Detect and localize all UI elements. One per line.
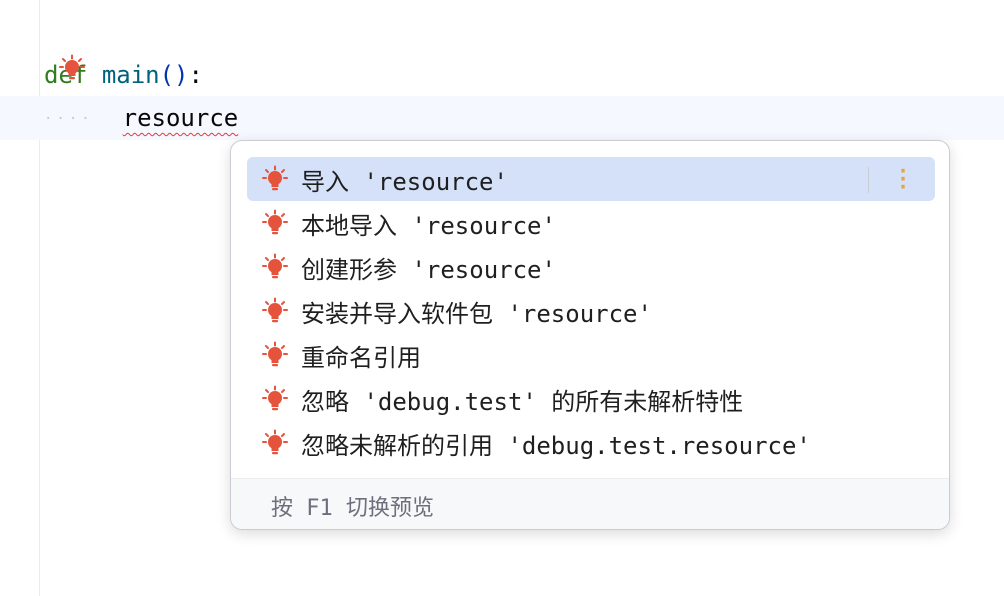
quick-fix-label: 安装并导入软件包 'resource' [301,299,652,328]
function-parens: () [159,61,189,89]
quick-fix-label: 创建形参 'resource' [301,255,556,284]
lightbulb-error-icon [261,209,289,237]
current-line-highlight: ···· resource [0,96,1004,140]
quick-fix-label: 导入 'resource' [301,167,508,196]
lightbulb-error-icon [261,165,289,193]
popup-footer: 按 F1 切换预览 [231,478,949,529]
colon: : [188,61,203,89]
quick-fix-label: 忽略 'debug.test' 的所有未解析特性 [301,387,744,416]
item-separator [868,167,869,193]
footer-hint: 按 F1 切换预览 [271,496,434,521]
quick-fix-label: 本地导入 'resource' [301,211,556,240]
lightbulb-error-icon [261,253,289,281]
quick-fix-item-create-parameter[interactable]: 创建形参 'resource' [247,245,935,289]
code-line-2[interactable]: ···· resource [44,96,238,141]
quick-fix-popup: 导入 'resource' · · · 本地导入 'resource' 创建形参 '… [230,140,950,530]
quick-fix-item-ignore-reference[interactable]: 忽略未解析的引用 'debug.test.resource' [247,421,935,465]
more-vertical-icon[interactable]: · · · [895,161,911,197]
quick-fix-item-rename-reference[interactable]: 重命名引用 [247,333,935,377]
quick-fix-list: 导入 'resource' · · · 本地导入 'resource' 创建形参 '… [247,157,935,465]
quick-fix-item-ignore-attributes[interactable]: 忽略 'debug.test' 的所有未解析特性 [247,377,935,421]
lightbulb-error-icon[interactable] [58,54,86,82]
lightbulb-error-icon [261,297,289,325]
quick-fix-label: 重命名引用 [301,343,421,372]
indent-guide: ···· [44,111,94,127]
lightbulb-error-icon [261,341,289,369]
function-name: main [101,61,160,89]
editor-gutter-divider [39,0,40,596]
lightbulb-error-icon [261,429,289,457]
quick-fix-item-local-import[interactable]: 本地导入 'resource' [247,201,935,245]
quick-fix-label: 忽略未解析的引用 'debug.test.resource' [301,431,811,460]
quick-fix-item-install-package[interactable]: 安装并导入软件包 'resource' [247,289,935,333]
quick-fix-item-import[interactable]: 导入 'resource' · · · [247,157,935,201]
lightbulb-error-icon [261,385,289,413]
unresolved-identifier[interactable]: resource [123,104,239,132]
